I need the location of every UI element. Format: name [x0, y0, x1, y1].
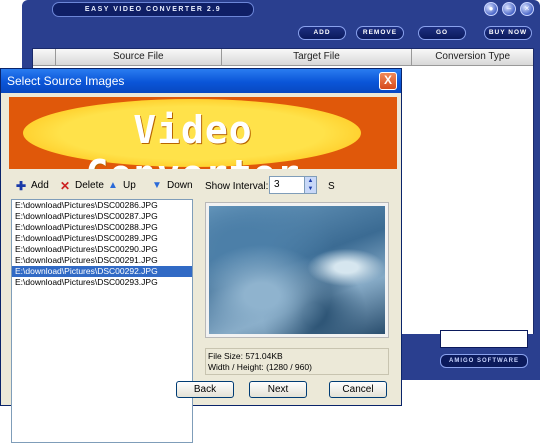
delete-icon: ✕ — [59, 179, 71, 193]
image-info-panel: File Size: 571.04KB Width / Height: (128… — [205, 348, 389, 375]
table-header: Source File Target File Conversion Type — [33, 49, 533, 66]
dialog-close-button[interactable]: X — [379, 72, 397, 90]
remove-button[interactable]: REMOVE — [356, 26, 404, 40]
brand-label: AMIGO SOFTWARE — [440, 354, 528, 368]
interval-spinbox[interactable]: 3 ▲ ▼ — [269, 176, 317, 194]
minimize-icon[interactable]: – — [502, 2, 516, 16]
header-spacer — [33, 49, 56, 65]
banner-title: Video Converter — [86, 108, 300, 169]
down-label: Down — [167, 180, 193, 191]
move-up-button[interactable]: ▲ Up — [107, 179, 136, 193]
dialog-titlebar[interactable]: Select Source Images X — [1, 69, 401, 93]
spin-down-button[interactable]: ▼ — [304, 185, 316, 193]
back-button[interactable]: Back — [176, 381, 234, 398]
app-titlebar[interactable]: EASY VIDEO CONVERTER 2.9 ● – × — [22, 0, 540, 18]
dialog-title: Select Source Images — [7, 74, 125, 88]
spin-up-button[interactable]: ▲ — [304, 177, 316, 185]
list-item[interactable]: E:\download\Pictures\DSC00293.JPG — [12, 277, 192, 288]
list-item[interactable]: E:\download\Pictures\DSC00288.JPG — [12, 222, 192, 233]
cancel-button[interactable]: Cancel — [329, 381, 387, 398]
list-item[interactable]: E:\download\Pictures\DSC00289.JPG — [12, 233, 192, 244]
interval-unit-label: S — [328, 181, 335, 192]
app-title: EASY VIDEO CONVERTER 2.9 — [52, 2, 254, 17]
list-item[interactable]: E:\download\Pictures\DSC00286.JPG — [12, 200, 192, 211]
column-source-file[interactable]: Source File — [56, 49, 222, 65]
list-item[interactable]: E:\download\Pictures\DSC00287.JPG — [12, 211, 192, 222]
add-icon: ✚ — [15, 179, 27, 193]
add-label: Add — [31, 180, 49, 191]
list-item[interactable]: E:\download\Pictures\DSC00291.JPG — [12, 255, 192, 266]
show-interval-label: Show Interval: — [205, 181, 269, 192]
go-button[interactable]: GO — [418, 26, 466, 40]
add-button[interactable]: ADD — [298, 26, 346, 40]
app-icon[interactable]: ● — [484, 2, 498, 16]
image-preview — [209, 206, 385, 334]
dimensions-text: Width / Height: (1280 / 960) — [208, 362, 312, 372]
column-conversion-type[interactable]: Conversion Type — [412, 49, 533, 65]
status-field — [440, 330, 528, 348]
arrow-down-icon: ▼ — [152, 180, 162, 191]
file-size-text: File Size: 571.04KB — [208, 351, 283, 361]
delete-label: Delete — [75, 180, 104, 191]
delete-image-button[interactable]: ✕ Delete — [59, 179, 104, 193]
select-source-images-dialog: Select Source Images X Video Converter ✚… — [0, 68, 402, 443]
list-item[interactable]: E:\download\Pictures\DSC00290.JPG — [12, 244, 192, 255]
interval-value[interactable]: 3 — [274, 179, 280, 190]
spin-buttons: ▲ ▼ — [304, 177, 316, 193]
up-label: Up — [123, 180, 136, 191]
image-preview-frame — [205, 202, 389, 338]
next-button[interactable]: Next — [249, 381, 307, 398]
buy-now-button[interactable]: BUY NOW — [484, 26, 532, 40]
column-target-file[interactable]: Target File — [222, 49, 413, 65]
list-item[interactable]: E:\download\Pictures\DSC00292.JPG — [12, 266, 192, 277]
app-toolbar: ADD REMOVE GO BUY NOW — [22, 18, 540, 48]
arrow-up-icon: ▲ — [108, 180, 118, 191]
add-image-button[interactable]: ✚ Add — [15, 179, 49, 193]
move-down-button[interactable]: ▼ Down — [151, 179, 193, 193]
close-icon[interactable]: × — [520, 2, 534, 16]
video-converter-banner: Video Converter — [9, 97, 397, 169]
image-file-list[interactable]: E:\download\Pictures\DSC00286.JPG E:\dow… — [11, 199, 193, 443]
